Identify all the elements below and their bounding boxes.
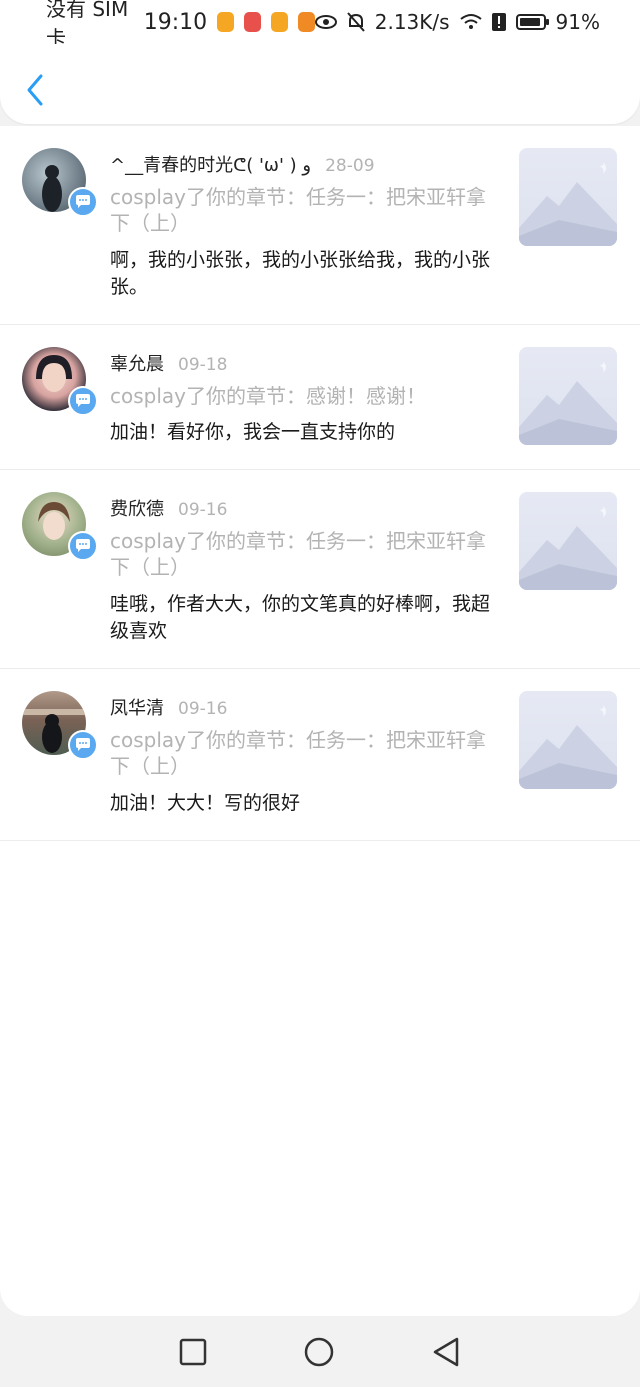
- chapter-thumbnail[interactable]: [519, 691, 617, 789]
- comment-header: ^__青春的时光ᕦ( 'ω' ) و 28-09: [110, 151, 375, 177]
- comment-text: 加油！大大！写的很好: [110, 792, 301, 814]
- quoted-chapter: cosplay了你的章节：任务一：把宋亚轩拿下（上）: [110, 728, 486, 778]
- weibo-icon: [217, 12, 235, 32]
- mute-bell-icon: [346, 12, 365, 32]
- battery-text: 91%: [555, 10, 600, 34]
- battery-icon: [515, 14, 549, 30]
- system-nav-bar: [0, 1316, 640, 1387]
- comment-text: 加油！看好你，我会一直支持你的: [110, 421, 396, 443]
- chapter-thumbnail[interactable]: [519, 148, 617, 246]
- recent-apps-button[interactable]: [179, 1338, 207, 1366]
- comment-icon: [68, 386, 98, 416]
- comment-text: 哇哦，作者大大，你的文笔真的好棒啊，我超级喜欢: [110, 593, 491, 642]
- list-item[interactable]: ^__青春的时光ᕦ( 'ω' ) و 28-09 cosplay了你的章节：任务…: [0, 126, 640, 325]
- alert-icon: [491, 13, 506, 31]
- weibo-icon: [270, 12, 288, 32]
- comment-header: 凤华清 09-16: [110, 694, 227, 720]
- comment-header: 费欣德 09-16: [110, 495, 227, 521]
- comment-date: 28-09: [325, 156, 375, 176]
- chapter-thumbnail[interactable]: [519, 347, 617, 445]
- quoted-chapter: cosplay了你的章节：任务一：把宋亚轩拿下（上）: [110, 185, 486, 235]
- home-icon: [304, 1337, 334, 1366]
- comment-date: 09-18: [178, 355, 228, 375]
- comment-text: 啊，我的小张张，我的小张张给我，我的小张张。: [110, 249, 491, 298]
- wifi-icon: [459, 13, 482, 31]
- list-item[interactable]: 辜允晨 09-18 cosplay了你的章节：感谢！感谢！ 加油！看好你，我会一…: [0, 325, 640, 470]
- comment-icon: [68, 187, 98, 217]
- status-right: 2.13K/s 91%: [314, 10, 600, 34]
- comment-icon: [68, 531, 98, 561]
- clock-text: 19:10: [143, 9, 208, 35]
- user-name[interactable]: 费欣德: [110, 495, 164, 521]
- user-name[interactable]: 辜允晨: [110, 350, 164, 376]
- comment-date: 09-16: [178, 500, 228, 520]
- nav-back-button[interactable]: [431, 1336, 461, 1368]
- comment-icon: [68, 730, 98, 760]
- home-button[interactable]: [303, 1336, 335, 1368]
- chevron-left-icon: [27, 74, 43, 106]
- quoted-chapter: cosplay了你的章节：感谢！感谢！: [110, 384, 426, 408]
- eye-icon: [314, 14, 337, 30]
- comment-header: 辜允晨 09-18: [110, 350, 227, 376]
- app-header: [0, 44, 640, 124]
- status-bar: 没有 SIM 卡 19:10 2.13K/s 91%: [0, 0, 640, 50]
- huawei-store-icon: [244, 12, 261, 32]
- list-item[interactable]: 凤华清 09-16 cosplay了你的章节：任务一：把宋亚轩拿下（上） 加油！…: [0, 669, 640, 841]
- user-name[interactable]: 凤华清: [110, 694, 164, 720]
- comment-list: ^__青春的时光ᕦ( 'ω' ) و 28-09 cosplay了你的章节：任务…: [0, 126, 640, 1316]
- recent-apps-icon: [179, 1338, 207, 1365]
- video-app-icon: [297, 12, 315, 32]
- back-icon: [433, 1337, 459, 1366]
- back-button[interactable]: [18, 68, 52, 112]
- chapter-thumbnail[interactable]: [519, 492, 617, 590]
- quoted-chapter: cosplay了你的章节：任务一：把宋亚轩拿下（上）: [110, 529, 486, 579]
- comment-date: 09-16: [178, 699, 228, 719]
- user-name[interactable]: ^__青春的时光ᕦ( 'ω' ) و: [110, 151, 311, 177]
- list-item[interactable]: 费欣德 09-16 cosplay了你的章节：任务一：把宋亚轩拿下（上） 哇哦，…: [0, 470, 640, 669]
- net-speed-text: 2.13K/s: [374, 10, 450, 34]
